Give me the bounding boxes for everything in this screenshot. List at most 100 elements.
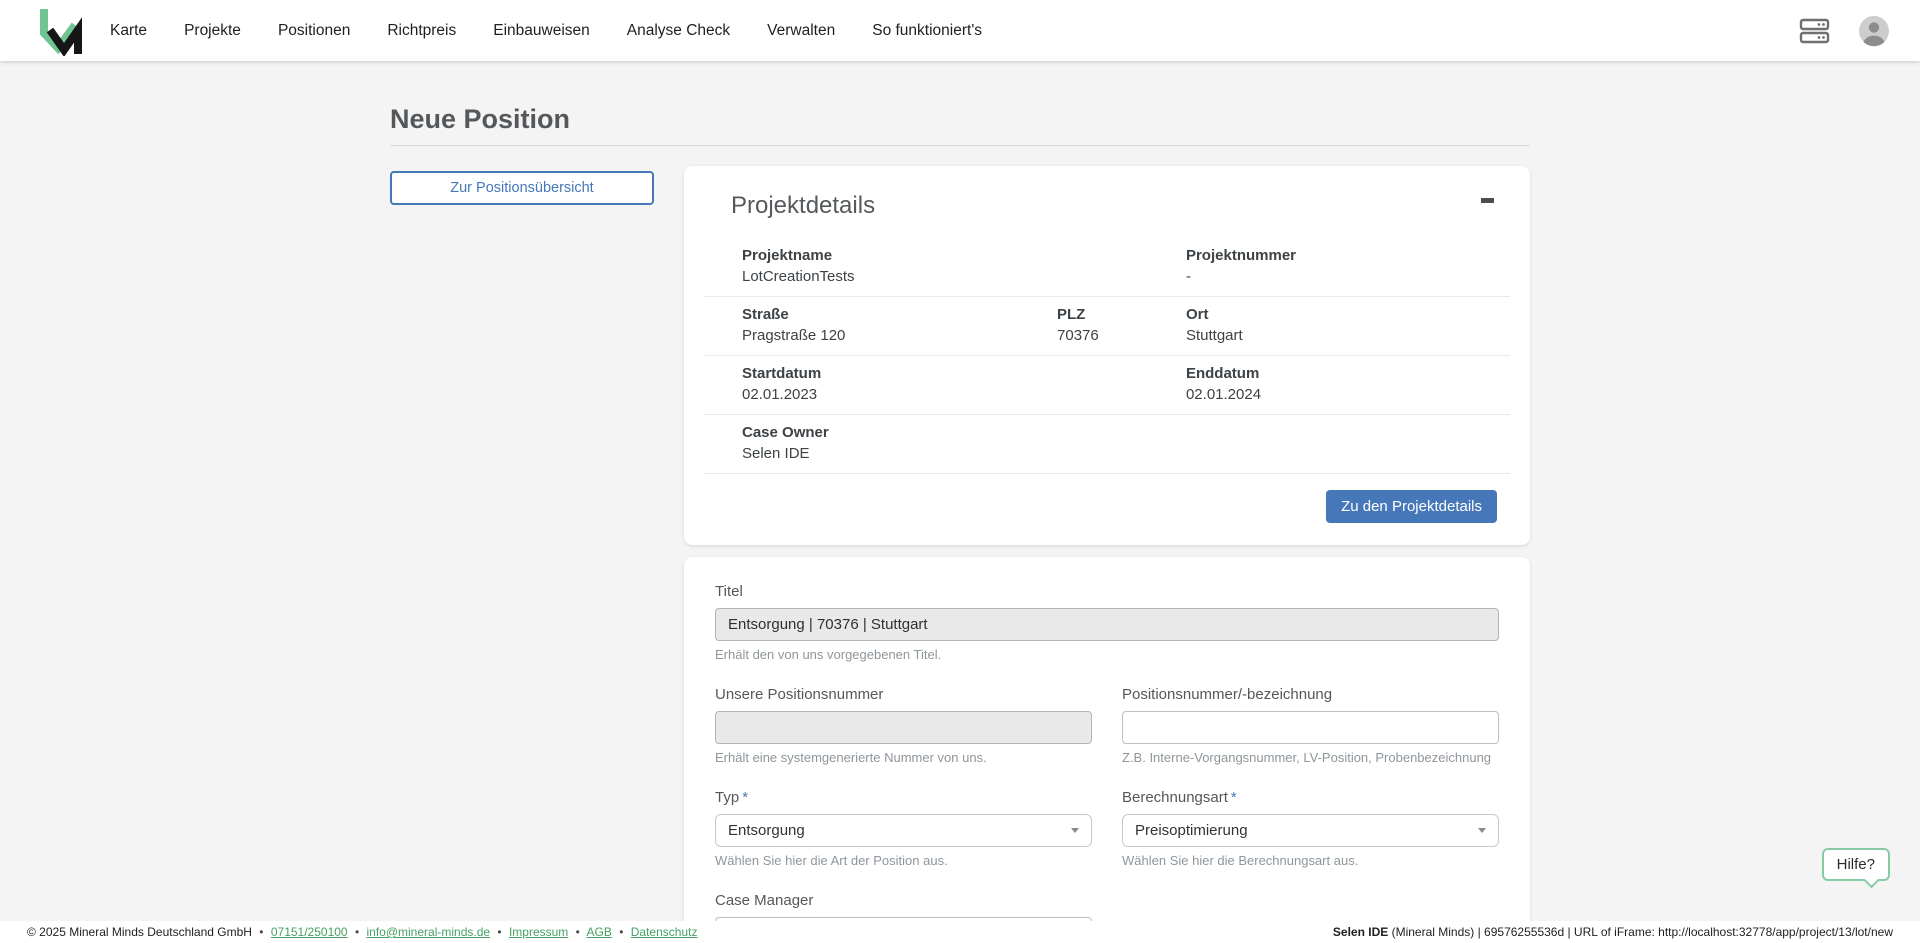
project-card-title: Projektdetails	[731, 192, 875, 220]
main-navigation: Karte Projekte Positionen Richtpreis Ein…	[110, 22, 1019, 40]
required-asterisk: *	[742, 789, 748, 806]
berechnungsart-label: Berechnungsart*	[1122, 789, 1499, 806]
field-enddatum: Enddatum 02.01.2024	[1186, 363, 1510, 405]
new-position-form-card: Titel Erhält den von uns vorgegebenen Ti…	[684, 557, 1530, 943]
field-label: PLZ	[1057, 304, 1186, 325]
field-label: Straße	[742, 304, 1057, 325]
form-row-titel: Titel Erhält den von uns vorgegebenen Ti…	[715, 583, 1499, 662]
typ-help-text: Wählen Sie hier die Art der Position aus…	[715, 853, 1092, 868]
nav-item-projekte[interactable]: Projekte	[184, 22, 241, 40]
field-case-owner: Case Owner Selen IDE	[704, 422, 1057, 464]
navbar-right-actions	[1799, 15, 1890, 47]
nav-item-analyse-check[interactable]: Analyse Check	[627, 22, 730, 40]
project-details-card: Projektdetails Projektname LotCreationTe…	[684, 166, 1530, 545]
separator-dot: •	[259, 925, 263, 939]
copyright-text: © 2025 Mineral Minds Deutschland GmbH	[27, 925, 252, 939]
chevron-down-icon	[1071, 828, 1079, 833]
logo-icon	[36, 6, 82, 56]
nav-item-karte[interactable]: Karte	[110, 22, 147, 40]
field-label: Projektnummer	[1186, 245, 1510, 266]
field-ort: Ort Stuttgart	[1186, 304, 1510, 346]
positionsnummer-label: Positionsnummer/-bezeichnung	[1122, 686, 1499, 703]
berechnungsart-help-text: Wählen Sie hier die Berechnungsart aus.	[1122, 853, 1499, 868]
help-button[interactable]: Hilfe?	[1822, 848, 1890, 881]
cards-column: Projektdetails Projektname LotCreationTe…	[684, 166, 1530, 943]
typ-select[interactable]: Entsorgung	[715, 814, 1092, 847]
unsere-positionsnummer-help-text: Erhält eine systemgenerierte Nummer von …	[715, 750, 1092, 765]
form-row-unsere-positionsnummer: Unsere Positionsnummer Erhält eine syste…	[715, 686, 1092, 765]
nav-item-verwalten[interactable]: Verwalten	[767, 22, 835, 40]
impressum-link[interactable]: Impressum	[509, 925, 568, 939]
field-value: Pragstraße 120	[742, 325, 1057, 346]
table-row: Projektname LotCreationTests Projektnumm…	[704, 238, 1510, 296]
field-value: -	[1186, 266, 1510, 287]
collapse-card-button[interactable]	[1479, 192, 1496, 209]
email-link[interactable]: info@mineral-minds.de	[366, 925, 490, 939]
position-overview-button[interactable]: Zur Positionsübersicht	[390, 171, 654, 205]
field-value: LotCreationTests	[742, 266, 1057, 287]
separator-dot: •	[355, 925, 359, 939]
field-label: Enddatum	[1186, 363, 1510, 384]
unsere-positionsnummer-input	[715, 711, 1092, 744]
titel-help-text: Erhält den von uns vorgegebenen Titel.	[715, 647, 1499, 662]
field-value: 70376	[1057, 325, 1186, 346]
berechnungsart-label-text: Berechnungsart	[1122, 789, 1228, 806]
nav-item-einbauweisen[interactable]: Einbauweisen	[493, 22, 590, 40]
help-button-label: Hilfe?	[1837, 856, 1875, 873]
page-footer: © 2025 Mineral Minds Deutschland GmbH • …	[0, 921, 1920, 943]
server-icon	[1799, 17, 1830, 45]
separator-dot: •	[497, 925, 501, 939]
positionsnummer-input[interactable]	[1122, 711, 1499, 744]
typ-selected-value: Entsorgung	[728, 822, 805, 839]
field-value: Stuttgart	[1186, 325, 1510, 346]
table-row: Startdatum 02.01.2023 Enddatum 02.01.202…	[704, 355, 1510, 414]
unsere-positionsnummer-label: Unsere Positionsnummer	[715, 686, 1092, 703]
separator-dot: •	[619, 925, 623, 939]
field-projektnummer: Projektnummer -	[1186, 245, 1510, 287]
field-startdatum: Startdatum 02.01.2023	[704, 363, 1057, 405]
field-label: Ort	[1186, 304, 1510, 325]
required-asterisk: *	[1231, 789, 1237, 806]
session-details: (Mineral Minds) | 69576255536d | URL of …	[1388, 925, 1893, 939]
form-row-berechnungsart: Berechnungsart* Preisoptimierung Wählen …	[1122, 789, 1499, 868]
left-column: Zur Positionsübersicht	[390, 166, 654, 205]
title-divider	[390, 145, 1530, 146]
top-navbar: Karte Projekte Positionen Richtpreis Ein…	[0, 0, 1920, 61]
field-label: Case Owner	[742, 422, 1057, 443]
mineral-minds-logo[interactable]	[36, 6, 82, 56]
user-menu-button[interactable]	[1858, 15, 1890, 47]
typ-label-text: Typ	[715, 789, 739, 806]
project-details-table: Projektname LotCreationTests Projektnumm…	[704, 238, 1510, 474]
titel-input	[715, 608, 1499, 641]
positionsnummer-help-text: Z.B. Interne-Vorgangsnummer, LV-Position…	[1122, 750, 1499, 765]
field-label: Projektname	[742, 245, 1057, 266]
nav-item-richtpreis[interactable]: Richtpreis	[387, 22, 456, 40]
berechnungsart-select[interactable]: Preisoptimierung	[1122, 814, 1499, 847]
session-user: Selen IDE	[1333, 925, 1388, 939]
datenschutz-link[interactable]: Datenschutz	[631, 925, 698, 939]
go-to-project-details-button[interactable]: Zu den Projektdetails	[1326, 490, 1497, 523]
field-strasse: Straße Pragstraße 120	[704, 304, 1057, 346]
user-avatar-icon	[1858, 15, 1890, 47]
field-value: 02.01.2023	[742, 384, 1057, 405]
form-row-positionsnummer: Positionsnummer/-bezeichnung Z.B. Intern…	[1122, 686, 1499, 765]
footer-left: © 2025 Mineral Minds Deutschland GmbH • …	[27, 925, 697, 939]
field-value: Selen IDE	[742, 443, 1057, 464]
titel-label: Titel	[715, 583, 1499, 600]
form-row-typ: Typ* Entsorgung Wählen Sie hier die Art …	[715, 789, 1092, 868]
field-value: 02.01.2024	[1186, 384, 1510, 405]
minus-icon	[1481, 198, 1494, 203]
typ-label: Typ*	[715, 789, 1092, 806]
separator-dot: •	[576, 925, 580, 939]
main-content: Neue Position Zur Positionsübersicht Pro…	[390, 104, 1530, 943]
help-bubble-tail	[1864, 873, 1880, 889]
phone-link[interactable]: 07151/250100	[271, 925, 348, 939]
field-label: Startdatum	[742, 363, 1057, 384]
nav-item-positionen[interactable]: Positionen	[278, 22, 350, 40]
nav-item-so-funktionierts[interactable]: So funktioniert's	[872, 22, 982, 40]
case-manager-label: Case Manager	[715, 892, 1092, 909]
table-row: Case Owner Selen IDE	[704, 414, 1510, 473]
field-projektname: Projektname LotCreationTests	[704, 245, 1057, 287]
server-button[interactable]	[1799, 17, 1830, 45]
agb-link[interactable]: AGB	[587, 925, 612, 939]
